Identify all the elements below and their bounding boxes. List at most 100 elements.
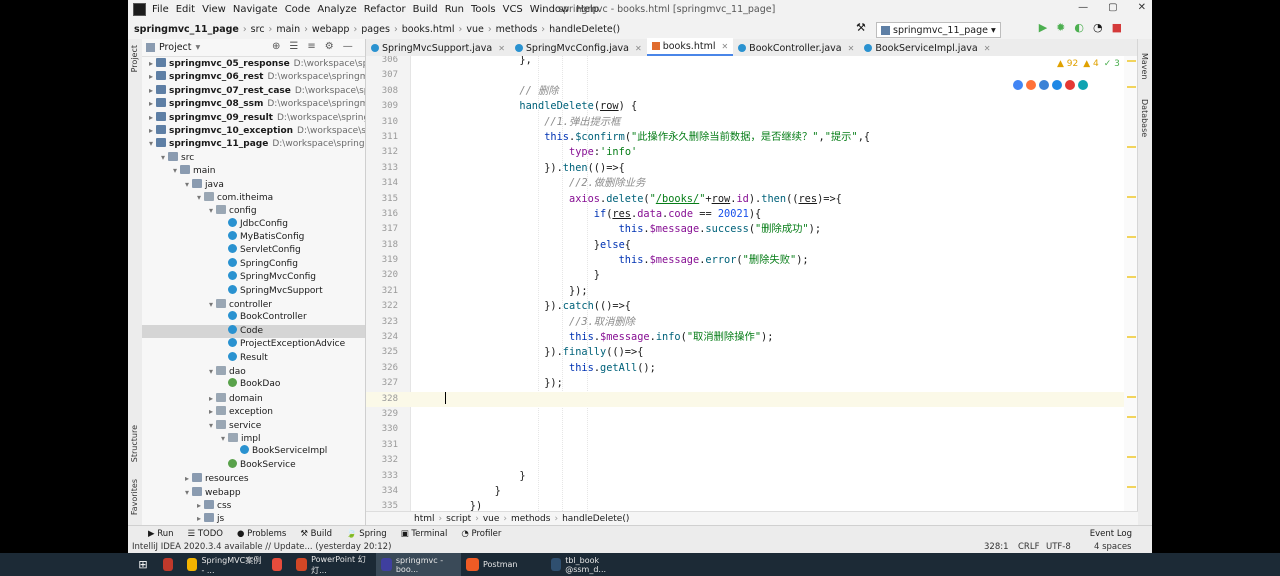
warning-marker[interactable] [1127,486,1136,488]
tree-node[interactable]: ProjectExceptionAdvice [142,338,365,351]
taskbar-item[interactable]: SpringMVC案例 - ... [182,553,267,576]
close-icon[interactable]: ✕ [848,44,855,53]
structure-tool-tab[interactable]: Structure [130,425,139,462]
chevron-down-icon[interactable]: ▾ [206,204,216,217]
tree-node[interactable]: ▸ domain [142,392,365,405]
tree-node[interactable]: Code [142,324,365,339]
taskbar-item[interactable] [267,553,291,576]
project-tool-tab[interactable]: Project [130,45,139,72]
tree-node[interactable]: ▸ springmvc_07_rest_caseD:\workspace\spri… [142,84,365,97]
editor-tab[interactable]: SpringMvcSupport.java ✕ [366,40,510,56]
warning-marker[interactable] [1127,336,1136,338]
menu-item-file[interactable]: File [152,4,169,15]
ie-icon[interactable] [1052,80,1062,90]
breadcrumb-item[interactable]: springmvc_11_page [134,24,239,35]
tree-node[interactable]: BookDao [142,378,365,391]
tool-window-button[interactable]: ☰ TODO [188,529,223,539]
tree-node[interactable]: ▸ resources [142,472,365,485]
breadcrumb-item[interactable]: webapp [312,24,350,35]
chevron-right-icon[interactable]: ▸ [194,512,204,525]
tool-window-button[interactable]: ⚒ Build [300,529,332,539]
run-config-selector[interactable]: springmvc_11_page ▾ [876,22,1001,38]
gear-icon[interactable]: ⚙ [325,41,334,52]
chevron-right-icon[interactable]: ▸ [206,392,216,405]
close-button[interactable]: ✕ [1138,2,1146,13]
menu-item-tools[interactable]: Tools [471,4,496,15]
tree-node[interactable]: ▾ main [142,164,365,177]
tree-node[interactable]: JdbcConfig [142,217,365,231]
menu-item-analyze[interactable]: Analyze [317,4,356,15]
tree-node[interactable]: ▾ controller [142,298,365,311]
taskbar-item[interactable]: PowerPoint 幻灯... [291,553,376,576]
debug-icon[interactable]: ✹ [1056,21,1065,34]
tree-node[interactable]: BookController [142,311,365,324]
breadcrumb-item[interactable]: vue [466,24,484,35]
warning-marker[interactable] [1127,146,1136,148]
breadcrumb-item[interactable]: pages [361,24,390,35]
tree-node[interactable]: ▸ springmvc_09_resultD:\workspace\springm… [142,111,365,124]
coverage-icon[interactable]: ◐ [1074,21,1084,34]
tree-node[interactable]: ▸ springmvc_10_exceptionD:\workspace\spri… [142,124,365,137]
expand-all-icon[interactable]: ☰ [289,41,298,52]
warning-marker[interactable] [1127,416,1136,418]
chevron-down-icon[interactable]: ▾ [146,137,156,150]
taskbar-item[interactable] [158,553,182,576]
tree-node[interactable]: ▾ impl [142,432,365,445]
menu-item-edit[interactable]: Edit [176,4,195,15]
tree-node[interactable]: ▸ springmvc_08_ssmD:\workspace\springmvc\… [142,97,365,110]
file-encoding[interactable]: UTF-8 [1046,542,1071,552]
chevron-down-icon[interactable]: ▾ [182,486,192,499]
tool-window-button[interactable]: ▶ Run [148,529,174,539]
locate-icon[interactable]: ⊕ [272,41,280,52]
chevron-down-icon[interactable]: ▾ [206,419,216,432]
tree-node[interactable]: ▾ springmvc_11_pageD:\workspace\springmvc… [142,137,365,150]
hide-icon[interactable]: — [343,41,353,52]
tree-node[interactable]: SpringConfig [142,257,365,271]
close-icon[interactable]: ✕ [498,44,505,53]
breadcrumb-item[interactable]: main [276,24,300,35]
profile-icon[interactable]: ◔ [1093,21,1103,34]
editor-breadcrumb-item[interactable]: handleDelete() [562,514,629,524]
menu-item-refactor[interactable]: Refactor [364,4,406,15]
warning-marker[interactable] [1127,236,1136,238]
chevron-down-icon[interactable]: ▾ [194,191,204,204]
editor-scrollbar[interactable] [1124,56,1138,511]
editor-breadcrumb-item[interactable]: vue [483,514,500,524]
editor-tab[interactable]: books.html ✕ [646,38,734,56]
line-separator[interactable]: CRLF [1018,542,1039,552]
editor-breadcrumb-item[interactable]: html [414,514,435,524]
tree-node[interactable]: ▸ springmvc_06_restD:\workspace\springmvc… [142,70,365,83]
tool-window-button[interactable]: ● Problems [237,529,286,539]
tree-node[interactable]: ▸ js [142,512,365,525]
taskbar-item[interactable]: springmvc - boo... [376,553,461,576]
firefox-icon[interactable] [1026,80,1036,90]
hammer-icon[interactable]: ⚒ [856,21,866,34]
close-icon[interactable]: ✕ [721,42,728,51]
start-button[interactable]: ⊞ [128,553,158,576]
edge-icon[interactable] [1078,80,1088,90]
indent-setting[interactable]: 4 spaces [1094,542,1131,552]
menu-item-vcs[interactable]: VCS [503,4,523,15]
tree-node[interactable]: Result [142,351,365,365]
breadcrumb-item[interactable]: methods [496,24,538,35]
close-icon[interactable]: ✕ [635,44,642,53]
tree-node[interactable]: SpringMvcSupport [142,284,365,298]
menu-item-view[interactable]: View [202,4,226,15]
tree-node[interactable]: BookServiceImpl [142,445,365,458]
chevron-right-icon[interactable]: ▸ [206,405,216,418]
opera-icon[interactable] [1065,80,1075,90]
tree-node[interactable]: MyBatisConfig [142,231,365,244]
chevron-down-icon[interactable]: ▾ [182,178,192,191]
editor-breadcrumb-item[interactable]: script [446,514,471,524]
chevron-right-icon[interactable]: ▸ [194,499,204,512]
close-icon[interactable]: ✕ [984,44,991,53]
breadcrumb-item[interactable]: handleDelete() [549,24,620,35]
chevron-down-icon[interactable]: ▾ [170,164,180,177]
chevron-right-icon[interactable]: ▸ [182,472,192,485]
chevron-right-icon[interactable]: ▸ [146,97,156,110]
breadcrumb-item[interactable]: src [251,24,265,35]
stop-icon[interactable]: ■ [1112,21,1122,34]
tree-node[interactable]: ▸ css [142,499,365,512]
tree-node[interactable]: ▾ service [142,419,365,432]
warning-marker[interactable] [1127,396,1136,398]
